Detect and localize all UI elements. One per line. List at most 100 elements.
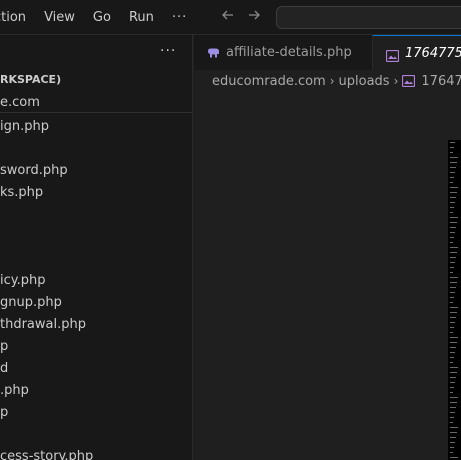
arrow-right-icon[interactable] (245, 7, 263, 27)
title-bar: ction View Go Run ··· (0, 0, 461, 35)
php-elephant-icon (207, 48, 220, 58)
tab-image-file[interactable]: 17647750 (373, 35, 461, 70)
image-pixel-stripe (450, 352, 455, 353)
image-pixel-stripe (450, 412, 455, 413)
image-pixel-stripe (450, 172, 455, 173)
image-pixel-stripe (450, 287, 456, 288)
file-item[interactable]: .php (0, 380, 29, 402)
image-pixel-stripe (450, 327, 454, 328)
image-pixel-stripe (450, 392, 453, 393)
menu-selection[interactable]: ction (0, 10, 26, 25)
image-pixel-stripe (450, 227, 456, 228)
image-pixel-stripe (450, 262, 455, 263)
image-pixel-stripe (450, 302, 453, 303)
image-pixel-stripe (450, 247, 458, 248)
image-pixel-stripe (450, 452, 453, 453)
image-pixel-stripe (450, 422, 453, 423)
editor-area (194, 92, 461, 460)
image-pixel-stripe (450, 317, 456, 318)
image-pixel-stripe (450, 277, 458, 278)
file-item[interactable]: sword.php (0, 160, 68, 182)
image-pixel-stripe (450, 217, 458, 218)
image-pixel-stripe (450, 362, 453, 363)
image-pixel-stripe (450, 257, 456, 258)
file-item[interactable]: cess-story.php (0, 446, 93, 460)
image-pixel-stripe (450, 342, 457, 343)
image-pixel-stripe (450, 347, 456, 348)
image-file-icon (402, 75, 416, 87)
tab-label: 17647750 (405, 45, 461, 61)
image-pixel-stripe (450, 157, 458, 158)
image-pixel-stripe (450, 212, 453, 213)
breadcrumb-item[interactable]: uploads (339, 74, 390, 89)
image-pixel-stripe (450, 332, 453, 333)
image-pixel-stripe (450, 187, 458, 188)
image-pixel-stripe (450, 297, 454, 298)
menu-run[interactable]: Run (129, 10, 154, 25)
file-item[interactable]: icy.php (0, 270, 45, 292)
chevron-right-icon: › (393, 74, 399, 88)
image-pixel-stripe (450, 367, 458, 368)
image-pixel-stripe (450, 337, 458, 338)
menu-go[interactable]: Go (93, 10, 111, 25)
workspace-header[interactable]: RKSPACE) (0, 73, 61, 86)
tab-affiliate-details[interactable]: affiliate-details.php (194, 35, 373, 70)
image-pixel-stripe (450, 382, 455, 383)
image-pixel-stripe (450, 197, 456, 198)
breadcrumb-item[interactable]: educomrade.com (212, 74, 326, 89)
file-item[interactable]: ign.php (0, 116, 49, 138)
image-pixel-stripe (450, 387, 454, 388)
arrow-left-icon[interactable] (219, 7, 237, 27)
image-pixel-stripe (450, 417, 454, 418)
image-pixel-stripe (450, 357, 454, 358)
image-pixel-stripe (450, 142, 455, 143)
chevron-right-icon: › (329, 74, 335, 88)
image-pixel-stripe (450, 272, 453, 273)
file-item[interactable]: p (0, 336, 8, 358)
file-item[interactable]: thdrawal.php (0, 314, 86, 336)
command-center-search[interactable] (276, 6, 461, 29)
image-pixel-stripe (450, 167, 456, 168)
image-pixel-stripe (450, 207, 454, 208)
image-pixel-stripe (450, 457, 458, 458)
menu-bar: ction View Go Run ··· (0, 0, 205, 35)
breadcrumb: educomrade.com › uploads › 176477 (194, 70, 461, 92)
image-pixel-stripe (450, 402, 457, 403)
breadcrumb-item[interactable]: 176477 (421, 74, 461, 89)
image-pixel-stripe (450, 182, 453, 183)
root-folder-label: e.com (0, 95, 40, 110)
file-item[interactable]: d (0, 358, 8, 380)
file-item[interactable]: p (0, 402, 8, 424)
editor-tab-bar: affiliate-details.php 17647750 (194, 35, 461, 70)
image-pixel-stripe (450, 252, 457, 253)
menu-more-button[interactable]: ··· (172, 10, 187, 25)
image-pixel-stripe (450, 407, 456, 408)
image-pixel-stripe (450, 377, 456, 378)
image-preview (448, 140, 461, 460)
image-pixel-stripe (450, 162, 457, 163)
image-pixel-stripe (450, 282, 457, 283)
image-pixel-stripe (450, 442, 455, 443)
explorer-more-actions-button[interactable]: ··· (160, 43, 176, 59)
file-item[interactable]: ks.php (0, 182, 43, 204)
image-pixel-stripe (450, 372, 457, 373)
image-pixel-stripe (450, 192, 457, 193)
image-pixel-stripe (450, 322, 455, 323)
image-pixel-stripe (450, 267, 454, 268)
file-item[interactable]: gnup.php (0, 292, 62, 314)
root-folder[interactable]: e.com (0, 91, 192, 113)
explorer-sidebar: ··· RKSPACE) e.com ign.php sword.php ks.… (0, 35, 193, 460)
image-pixel-stripe (450, 177, 454, 178)
image-pixel-stripe (450, 307, 458, 308)
menu-view[interactable]: View (44, 10, 75, 25)
image-pixel-stripe (450, 397, 458, 398)
image-pixel-stripe (450, 447, 454, 448)
image-pixel-stripe (450, 312, 457, 313)
image-pixel-stripe (450, 232, 455, 233)
image-pixel-stripe (450, 237, 454, 238)
image-pixel-stripe (450, 202, 455, 203)
image-file-icon (385, 47, 400, 63)
image-pixel-stripe (450, 242, 453, 243)
image-pixel-stripe (450, 432, 457, 433)
workspace-label: RKSPACE) (0, 73, 62, 86)
